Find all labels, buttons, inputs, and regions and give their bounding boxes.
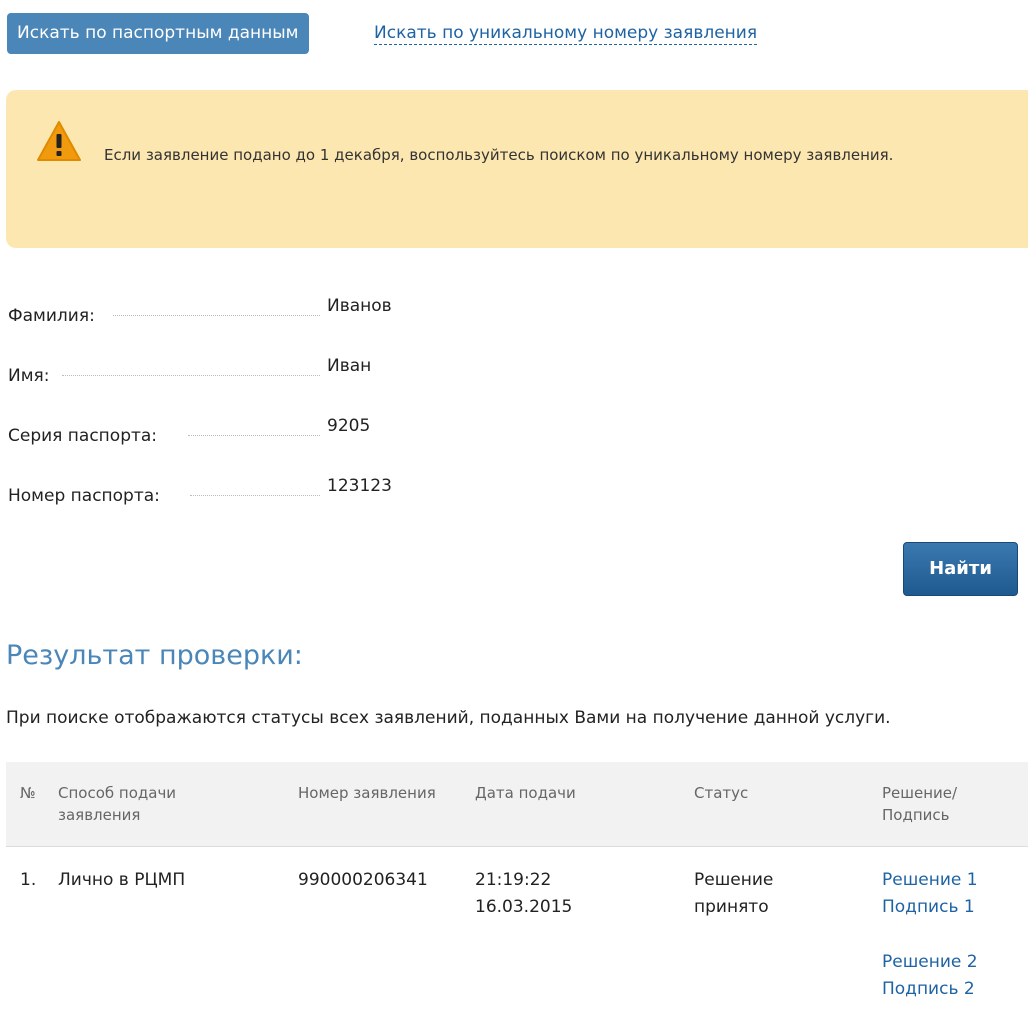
- form-row-passport-number: Номер паспорта: 123123: [8, 476, 428, 506]
- form-row-first-name: Имя: Иван: [8, 356, 428, 386]
- row-decision-links: Решение 1 Подпись 1 Решение 2 Подпись 2: [882, 867, 978, 1003]
- col-header-decision: Решение/ Подпись: [882, 784, 958, 824]
- find-button[interactable]: Найти: [903, 542, 1018, 596]
- results-table-header: № Способ подачи заявления Номер заявлени…: [6, 762, 1028, 847]
- row-status: Решение принято: [694, 867, 773, 921]
- row-application-number: 990000206341: [298, 870, 428, 890]
- form-row-passport-series: Серия паспорта: 9205: [8, 416, 428, 446]
- row-method: Лично в РЦМП: [58, 870, 186, 890]
- signature-1-link[interactable]: Подпись 1: [882, 894, 978, 921]
- col-header-status: Статус: [694, 784, 749, 802]
- decision-1-link[interactable]: Решение 1: [882, 867, 978, 894]
- row-date-value: 16.03.2015: [475, 897, 573, 917]
- passport-series-value[interactable]: 9205: [327, 416, 370, 436]
- passport-series-label: Серия паспорта:: [8, 426, 164, 446]
- last-name-value[interactable]: Иванов: [327, 296, 392, 316]
- tab-search-by-passport[interactable]: Искать по паспортным данным: [7, 13, 309, 54]
- row-date: 21:19:22 16.03.2015: [475, 867, 572, 921]
- decision-2-link[interactable]: Решение 2: [882, 949, 978, 976]
- results-note: При поиске отображаются статусы всех зая…: [6, 708, 891, 728]
- col-header-method: Способ подачи заявления: [58, 784, 177, 824]
- warning-box: Если заявление подано до 1 декабря, восп…: [6, 90, 1028, 248]
- warning-triangle-icon: [37, 121, 81, 161]
- row-status-line2: принято: [694, 897, 769, 917]
- passport-number-label: Номер паспорта:: [8, 486, 166, 506]
- row-time-value: 21:19:22: [475, 870, 552, 890]
- first-name-label: Имя:: [8, 366, 56, 386]
- last-name-label: Фамилия:: [8, 306, 101, 326]
- signature-2-link[interactable]: Подпись 2: [882, 976, 978, 1003]
- col-header-application-number: Номер заявления: [298, 784, 436, 802]
- form-row-last-name: Фамилия: Иванов: [8, 296, 428, 326]
- col-header-number: №: [20, 784, 36, 802]
- tab-search-by-application-number[interactable]: Искать по уникальному номеру заявления: [374, 22, 758, 45]
- row-number: 1.: [20, 870, 37, 890]
- first-name-value[interactable]: Иван: [327, 356, 371, 376]
- warning-text: Если заявление подано до 1 декабря, восп…: [104, 146, 894, 164]
- col-header-date: Дата подачи: [475, 784, 576, 802]
- row-status-line1: Решение: [694, 870, 774, 890]
- page: Искать по паспортным данным Искать по ун…: [0, 0, 1028, 1019]
- results-title: Результат проверки:: [6, 640, 303, 671]
- passport-number-value[interactable]: 123123: [327, 476, 392, 496]
